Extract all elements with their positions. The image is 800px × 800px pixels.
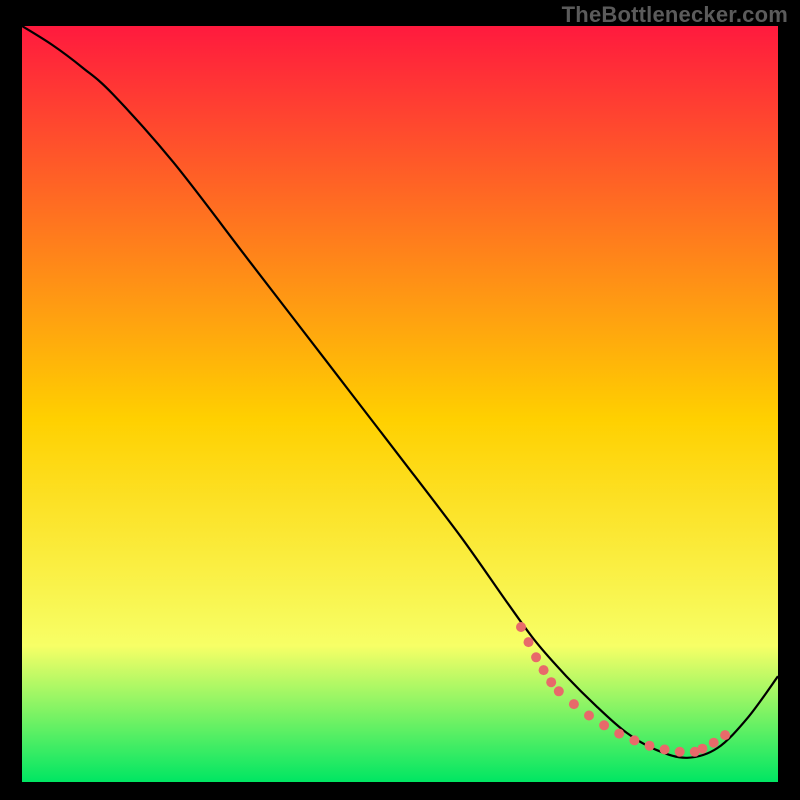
range-dot xyxy=(599,720,609,730)
range-dot xyxy=(709,738,719,748)
gradient-background xyxy=(22,26,778,782)
bottleneck-curve-chart xyxy=(22,26,778,782)
range-dot xyxy=(569,699,579,709)
range-dot xyxy=(531,652,541,662)
range-dot xyxy=(516,622,526,632)
range-dot xyxy=(697,744,707,754)
range-dot xyxy=(539,665,549,675)
range-dot xyxy=(645,741,655,751)
chart-frame: TheBottlenecker.com xyxy=(0,0,800,800)
range-dot xyxy=(524,637,534,647)
range-dot xyxy=(629,735,639,745)
range-dot xyxy=(675,747,685,757)
range-dot xyxy=(584,711,594,721)
range-dot xyxy=(614,729,624,739)
range-dot xyxy=(660,745,670,755)
watermark-text: TheBottlenecker.com xyxy=(562,2,788,28)
range-dot xyxy=(720,730,730,740)
range-dot xyxy=(546,677,556,687)
range-dot xyxy=(554,686,564,696)
plot-area xyxy=(22,26,778,782)
